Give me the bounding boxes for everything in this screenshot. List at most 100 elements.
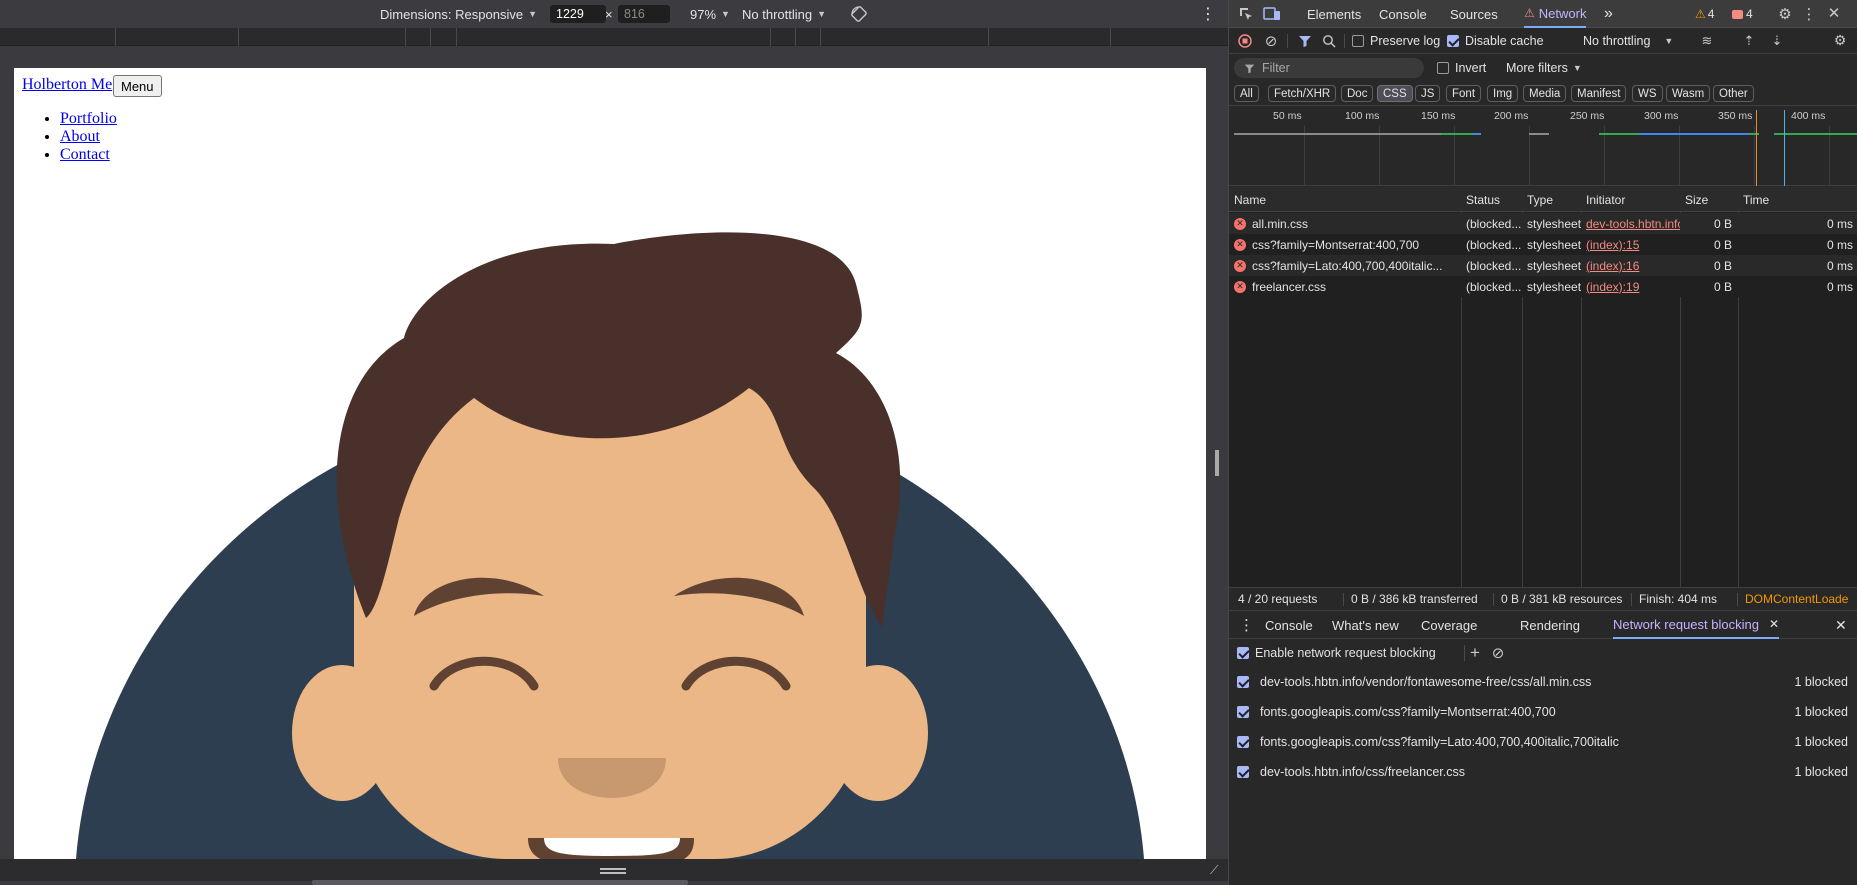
remove-all-patterns-icon[interactable]: ⊘ — [1489, 644, 1507, 662]
drawer-menu-icon[interactable]: ⋮ — [1239, 611, 1254, 639]
close-tab-icon[interactable]: ✕ — [1769, 617, 1779, 631]
network-settings-icon[interactable]: ⚙ — [1832, 32, 1848, 48]
ruler-segment[interactable] — [115, 28, 116, 46]
invert-checkbox[interactable]: Invert — [1437, 54, 1486, 82]
pattern-checkbox[interactable] — [1237, 736, 1249, 748]
ruler-segment[interactable] — [238, 28, 239, 46]
more-filters-dropdown[interactable]: More filters ▼ — [1506, 54, 1582, 82]
ruler-segment[interactable] — [795, 28, 796, 46]
clear-icon[interactable]: ⊘ — [1263, 33, 1279, 50]
blocking-pattern-row[interactable]: dev-tools.hbtn.info/vendor/fontawesome-f… — [1229, 667, 1857, 697]
tab-network[interactable]: ⚠ Network — [1524, 0, 1587, 28]
type-filter-manifest[interactable]: Manifest — [1571, 85, 1627, 102]
nav-link-about[interactable]: About — [60, 128, 100, 145]
column-header-time[interactable]: Time — [1738, 187, 1769, 212]
more-options-icon[interactable]: ⋮ — [1200, 0, 1216, 28]
network-conditions-icon[interactable]: ≋ — [1698, 33, 1716, 49]
type-filter-img[interactable]: Img — [1487, 85, 1519, 102]
type-filter-css[interactable]: CSS — [1377, 85, 1413, 102]
type-filter-media[interactable]: Media — [1523, 85, 1567, 102]
preserve-log-checkbox[interactable]: Preserve log — [1352, 28, 1440, 54]
resize-handle-icon[interactable] — [600, 872, 626, 874]
type-filter-other[interactable]: Other — [1713, 85, 1754, 102]
panel-splitter-icon[interactable] — [1215, 450, 1219, 476]
type-filter-wasm[interactable]: Wasm — [1666, 85, 1711, 102]
network-throttle-dropdown[interactable]: No throttling ▼ — [1583, 28, 1673, 54]
gridline — [1679, 126, 1680, 186]
filter-input[interactable]: Filter — [1234, 58, 1424, 78]
type-filter-all[interactable]: All — [1234, 85, 1259, 102]
zoom-dropdown[interactable]: 97% ▼ — [690, 0, 730, 28]
ruler-segment[interactable] — [1110, 28, 1111, 46]
more-tabs-icon[interactable]: » — [1604, 0, 1613, 28]
ruler-segment[interactable] — [430, 28, 431, 46]
enable-blocking-checkbox[interactable]: Enable network request blocking — [1237, 639, 1436, 667]
errors-badge[interactable]: 4 — [1732, 0, 1753, 28]
ruler-segment[interactable] — [820, 28, 821, 46]
column-header-initiator[interactable]: Initiator — [1581, 187, 1625, 212]
throttle-dropdown[interactable]: No throttling ▼ — [742, 0, 826, 28]
type-filter-font[interactable]: Font — [1446, 85, 1482, 102]
export-har-icon[interactable]: ⇣ — [1769, 33, 1785, 49]
pattern-checkbox[interactable] — [1237, 706, 1249, 718]
blocking-pattern-row[interactable]: fonts.googleapis.com/css?family=Montserr… — [1229, 697, 1857, 727]
tab-console[interactable]: Console — [1379, 0, 1427, 28]
column-header-type[interactable]: Type — [1522, 187, 1553, 212]
tab-sources[interactable]: Sources — [1450, 0, 1498, 28]
settings-gear-icon[interactable]: ⚙ — [1776, 5, 1794, 23]
record-stop-icon[interactable] — [1237, 33, 1253, 49]
initiator-link[interactable]: (index):15 — [1586, 238, 1639, 252]
table-row[interactable]: ✕ freelancer.css (blocked... stylesheet (… — [1229, 276, 1857, 297]
initiator-link[interactable]: (index):16 — [1586, 259, 1639, 273]
pattern-checkbox[interactable] — [1237, 766, 1249, 778]
device-toggle-icon[interactable] — [1263, 5, 1281, 23]
column-header-name[interactable]: Name — [1229, 187, 1266, 212]
type-filter-ws[interactable]: WS — [1632, 85, 1663, 102]
blocking-pattern-row[interactable]: dev-tools.hbtn.info/css/freelancer.css 1… — [1229, 757, 1857, 787]
ruler-segment[interactable] — [770, 28, 771, 46]
initiator-link[interactable]: (index):19 — [1586, 280, 1639, 294]
rotate-icon[interactable] — [850, 0, 868, 28]
height-input[interactable]: 816 — [618, 5, 670, 23]
drawer-tab-request-blocking[interactable]: Network request blocking ✕ — [1613, 611, 1780, 639]
import-har-icon[interactable]: ⇡ — [1741, 33, 1757, 49]
drawer-tab-console[interactable]: Console — [1265, 611, 1313, 639]
drawer-tab-whats-new[interactable]: What's new — [1332, 611, 1399, 639]
filter-funnel-icon[interactable] — [1297, 33, 1313, 49]
type-filter-doc[interactable]: Doc — [1341, 85, 1374, 102]
corner-resize-icon[interactable]: ⟋ — [1210, 863, 1218, 878]
table-row[interactable]: ✕ css?family=Lato:400,700,400italic... (b… — [1229, 255, 1857, 276]
menu-button[interactable]: Menu — [113, 75, 162, 97]
warnings-badge[interactable]: ⚠ 4 — [1695, 0, 1714, 28]
blocking-pattern-row[interactable]: fonts.googleapis.com/css?family=Lato:400… — [1229, 727, 1857, 757]
nav-link-portfolio[interactable]: Portfolio — [60, 110, 117, 127]
pattern-checkbox[interactable] — [1237, 676, 1249, 688]
drawer-tab-rendering[interactable]: Rendering — [1520, 611, 1580, 639]
type-filter-js[interactable]: JS — [1415, 85, 1441, 102]
ruler-segment[interactable] — [405, 28, 406, 46]
tab-elements[interactable]: Elements — [1307, 0, 1361, 28]
nav-link-contact[interactable]: Contact — [60, 146, 110, 163]
close-devtools-icon[interactable]: ✕ — [1825, 4, 1843, 22]
horizontal-scrollbar[interactable] — [312, 880, 688, 885]
table-row[interactable]: ✕ all.min.css (blocked... stylesheet dev-… — [1229, 213, 1857, 234]
column-header-size[interactable]: Size — [1680, 187, 1708, 212]
width-input[interactable]: 1229 — [550, 5, 606, 23]
type-filter-fetch-xhr[interactable]: Fetch/XHR — [1268, 85, 1337, 102]
add-pattern-icon[interactable]: + — [1466, 643, 1484, 662]
drawer-tab-coverage[interactable]: Coverage — [1421, 611, 1477, 639]
initiator-link[interactable]: dev-tools.hbtn.info/ — [1586, 217, 1680, 231]
ruler-segment[interactable] — [456, 28, 457, 46]
close-drawer-icon[interactable]: ✕ — [1835, 611, 1847, 639]
disable-cache-checkbox[interactable]: Disable cache — [1447, 28, 1544, 54]
resize-handle-icon[interactable] — [600, 868, 626, 870]
column-header-status[interactable]: Status — [1461, 187, 1500, 212]
network-overview-timeline[interactable]: 50 ms 100 ms 150 ms 200 ms 250 ms 300 ms… — [1229, 106, 1857, 186]
inspect-element-icon[interactable] — [1237, 5, 1255, 23]
ruler-segment[interactable] — [988, 28, 989, 46]
customize-menu-icon[interactable]: ⋮ — [1802, 5, 1817, 23]
search-icon[interactable] — [1321, 33, 1337, 49]
table-row[interactable]: ✕ css?family=Montserrat:400,700 (blocked.… — [1229, 234, 1857, 255]
dimensions-dropdown[interactable]: Dimensions: Responsive ▼ — [380, 0, 537, 28]
brand-link[interactable]: Holberton Me — [22, 76, 112, 94]
